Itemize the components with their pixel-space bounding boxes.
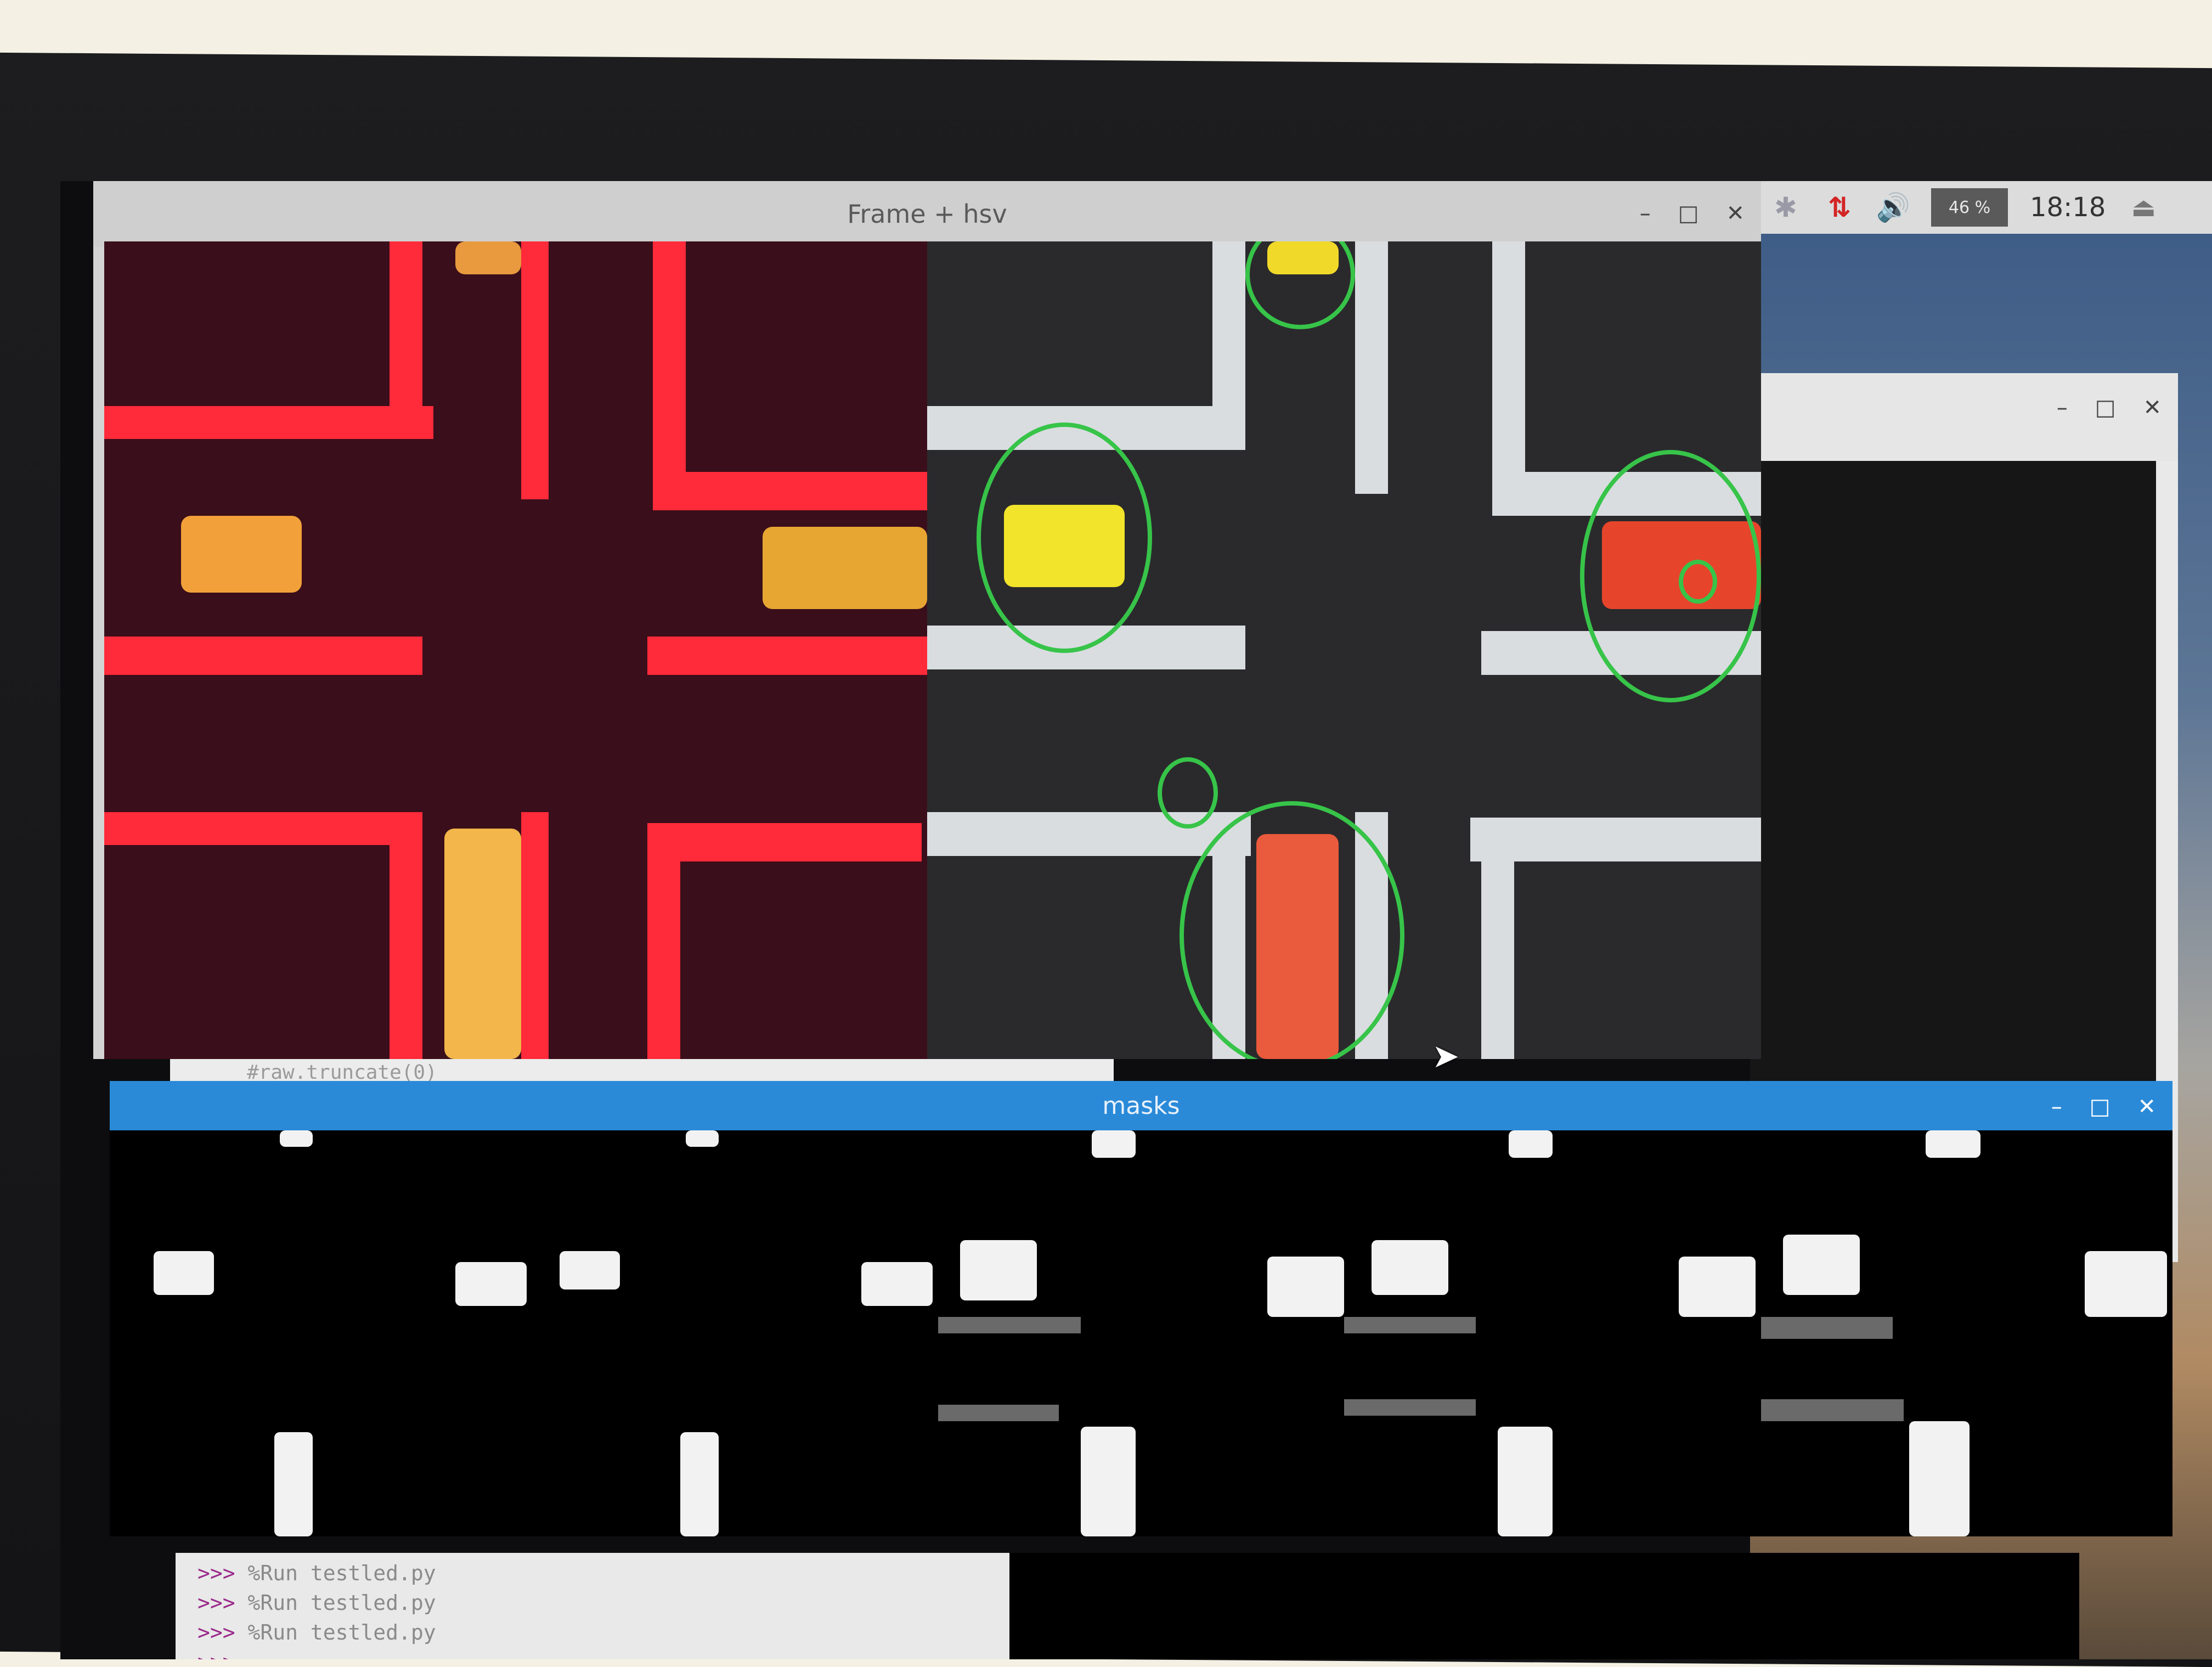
shell-line: >>> %Run testled.py xyxy=(198,1561,436,1585)
mask-blob xyxy=(686,1130,719,1147)
detection-ring xyxy=(1679,560,1717,604)
mask-blob xyxy=(280,1130,313,1147)
eject-icon[interactable]: ⏏ xyxy=(2128,192,2159,223)
frame-image xyxy=(927,241,1761,1059)
screen: – □ ✕ ✱ ⇅ 🔊 46 % 18:18 ⏏ Frame + hsv – □… xyxy=(60,181,2212,1659)
mask-noise xyxy=(938,1405,1059,1421)
mask-blob xyxy=(1092,1130,1136,1158)
mask-blob xyxy=(1909,1421,1970,1536)
shell-line: >>> %Run testled.py xyxy=(198,1620,436,1645)
mask-noise xyxy=(1344,1317,1476,1333)
mask-noise xyxy=(938,1317,1081,1333)
volume-icon[interactable]: 🔊 xyxy=(1876,192,1910,223)
shell-line: >>> xyxy=(198,1647,988,1659)
mask-blob xyxy=(1926,1130,1980,1158)
road-marking xyxy=(390,812,422,1059)
mask-blob xyxy=(1783,1235,1860,1295)
mouse-cursor-icon: ➤ xyxy=(1432,1037,1460,1075)
mask-blob xyxy=(1081,1427,1136,1536)
window-title: masks xyxy=(1102,1091,1180,1120)
mask-blob xyxy=(861,1262,933,1306)
mask-blob xyxy=(1679,1257,1756,1317)
mask-noise xyxy=(1761,1317,1893,1339)
masks-window: masks – □ ✕ xyxy=(110,1081,2172,1536)
mask-blob xyxy=(1372,1240,1448,1295)
road-marking xyxy=(653,472,927,510)
hsv-image xyxy=(104,241,927,1059)
road-marking xyxy=(521,812,549,1059)
mask-blob xyxy=(455,1262,527,1306)
masks-window-titlebar[interactable]: masks – □ ✕ xyxy=(110,1081,2172,1130)
background-window-titlebar[interactable]: – □ ✕ xyxy=(1750,373,2178,461)
maximize-button[interactable]: □ xyxy=(2095,395,2116,420)
frame-content xyxy=(104,241,1761,1059)
window-title: Frame + hsv xyxy=(847,199,1007,229)
detection-ring xyxy=(1158,757,1218,829)
car xyxy=(455,241,521,274)
mask-blob xyxy=(274,1432,313,1536)
road-marking xyxy=(104,637,422,675)
shell-line: >>> %Run testled.py xyxy=(198,1591,436,1615)
mask-blob xyxy=(560,1251,620,1289)
mask-blob xyxy=(2085,1251,2167,1317)
road-marking xyxy=(647,823,922,861)
clock[interactable]: 18:18 xyxy=(2030,192,2106,223)
road-marking xyxy=(1481,818,1514,1059)
road-marking xyxy=(104,812,422,845)
mask-blob xyxy=(680,1432,719,1536)
road-marking xyxy=(1355,241,1388,494)
road-marking xyxy=(104,406,433,439)
frame-window-titlebar[interactable]: Frame + hsv – □ ✕ xyxy=(93,181,1761,247)
road-marking xyxy=(1492,241,1525,505)
detection-ring xyxy=(1245,241,1355,329)
road-marking xyxy=(647,637,927,675)
detection-ring xyxy=(1180,801,1404,1059)
taskbar: ✱ ⇅ 🔊 46 % 18:18 ⏏ xyxy=(1750,181,2212,234)
minimize-button[interactable]: – xyxy=(2057,395,2068,420)
bluetooth-icon[interactable]: ✱ xyxy=(1770,192,1802,223)
road-marking xyxy=(1212,241,1245,450)
masks-image xyxy=(115,1130,2172,1536)
road-marking xyxy=(521,241,549,499)
mask-noise xyxy=(1761,1399,1904,1421)
frame-hsv-window: Frame + hsv – □ ✕ xyxy=(93,181,1761,1059)
car xyxy=(763,527,927,609)
close-button[interactable]: ✕ xyxy=(2137,1094,2156,1119)
minimize-button[interactable]: – xyxy=(2051,1094,2062,1119)
mask-blob xyxy=(960,1240,1037,1300)
maximize-button[interactable]: □ xyxy=(2090,1094,2111,1119)
maximize-button[interactable]: □ xyxy=(1678,201,1699,226)
mask-noise xyxy=(1344,1399,1476,1416)
mask-blob xyxy=(1509,1130,1553,1158)
mask-blob xyxy=(1267,1257,1344,1317)
mask-window-remnant xyxy=(1009,1553,2079,1659)
cpu-monitor: 46 % xyxy=(1931,188,2008,227)
minimize-button[interactable]: – xyxy=(1640,201,1651,226)
road-marking xyxy=(653,241,686,499)
car xyxy=(444,829,521,1059)
network-icon[interactable]: ⇅ xyxy=(1824,192,1855,223)
detection-ring xyxy=(1580,450,1761,702)
close-button[interactable]: ✕ xyxy=(1726,201,1745,226)
road-marking xyxy=(647,823,680,1059)
mask-blob xyxy=(1498,1427,1553,1536)
detection-ring xyxy=(977,423,1152,653)
mask-blob xyxy=(154,1251,214,1295)
python-shell[interactable]: >>> %Run testled.py >>> %Run testled.py … xyxy=(176,1553,1009,1659)
road-marking xyxy=(390,241,422,439)
car xyxy=(181,516,302,593)
close-button[interactable]: ✕ xyxy=(2143,395,2162,420)
